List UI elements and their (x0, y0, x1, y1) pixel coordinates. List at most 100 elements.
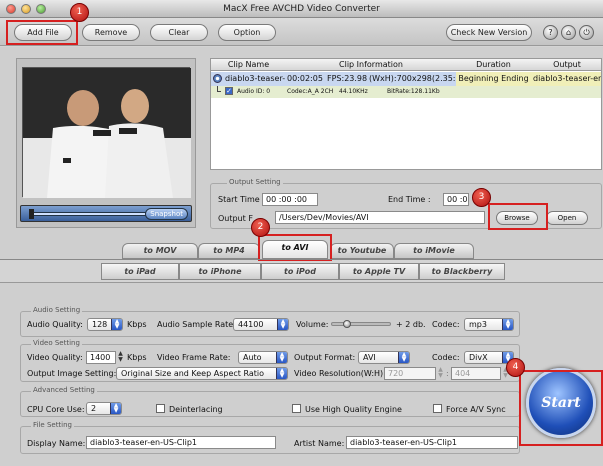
zoom-window-button[interactable] (36, 4, 46, 14)
title-bar: MacX Free AVCHD Video Converter (0, 0, 603, 18)
audio-bitrate-cell: BitRate:128.11Kb (387, 88, 440, 95)
force-av-sync-checkbox[interactable] (433, 404, 442, 413)
force-av-sync-label: Force A/V Sync (446, 405, 506, 414)
output-format-select[interactable]: AVI ▲ ▼ (358, 351, 410, 364)
audio-sample-rate-label: Audio Sample Rate: (157, 320, 236, 329)
option-button[interactable]: Option (218, 24, 276, 41)
help-icon[interactable]: ? (543, 25, 558, 40)
tab-to-ipad[interactable]: to iPad (101, 263, 179, 280)
audio-setting-legend: Audio Setting (31, 306, 83, 314)
video-frame-rate-select[interactable]: Auto ▲ ▼ (238, 351, 288, 364)
window-title: MacX Free AVCHD Video Converter (223, 4, 380, 14)
audio-codec-value: mp3 (469, 320, 487, 329)
column-header-clip-information[interactable]: Clip Information (286, 59, 456, 71)
annotation-box-browse (488, 203, 548, 230)
snapshot-button[interactable]: Snapshot (145, 208, 188, 220)
annotation-box-add-file (6, 20, 78, 45)
end-time-input[interactable]: 00 :00 (443, 193, 469, 206)
power-icon[interactable]: ⏻ (579, 25, 594, 40)
resolution-separator: : (446, 369, 449, 378)
tab-to-youtube[interactable]: to Youtube (330, 243, 394, 259)
step-badge-1: 1 (70, 3, 89, 22)
resolution-width-stepper[interactable]: ▲ ▼ (437, 367, 444, 380)
volume-value: + 2 db. (396, 320, 426, 329)
tab-to-iphone[interactable]: to iPhone (179, 263, 261, 280)
table-row[interactable]: diablo3-teaser- 00:02:05 FPS:23.98 (WxH)… (211, 72, 601, 86)
audio-codec-label: Codec: (432, 320, 460, 329)
column-header-clip-name[interactable]: Clip Name (211, 59, 286, 71)
output-folder-input[interactable]: /Users/Dev/Movies/AVI (275, 211, 485, 224)
tab-to-imovie[interactable]: to iMovie (394, 243, 474, 259)
tab-to-apple-tv[interactable]: to Apple TV (339, 263, 419, 280)
check-new-version-button[interactable]: Check New Version (446, 24, 532, 41)
preview-image (23, 68, 191, 198)
select-arrows-icon: ▲ ▼ (502, 319, 513, 330)
display-name-input[interactable]: diablo3-teaser-en-US-Clip1 (86, 436, 276, 449)
high-quality-engine-label: Use High Quality Engine (305, 405, 402, 414)
column-header-duration[interactable]: Duration (456, 59, 531, 71)
audio-sample-rate-select[interactable]: 44100 ▲ ▼ (233, 318, 289, 331)
output-setting-legend: Output Setting (227, 178, 283, 186)
tab-divider (0, 259, 603, 260)
audio-quality-label: Audio Quality: (27, 320, 83, 329)
end-time-label: End Time : (388, 195, 431, 204)
clip-name-cell: diablo3-teaser- (225, 74, 286, 83)
scrubber-handle[interactable] (29, 209, 34, 219)
video-quality-label: Video Quality: (27, 353, 83, 362)
clip-fps-cell: FPS:23.98 (327, 74, 368, 83)
playback-scrubber[interactable]: Snapshot (20, 205, 192, 222)
volume-slider-knob[interactable] (343, 320, 351, 328)
tree-branch-icon (217, 86, 221, 92)
audio-quality-value: 128 (92, 320, 108, 329)
select-arrows-icon: ▲ ▼ (111, 319, 122, 330)
tab-to-blackberry[interactable]: to Blackberry (419, 263, 505, 280)
window-controls (6, 4, 46, 14)
scrubber-track[interactable] (33, 212, 151, 216)
tab-to-ipod[interactable]: to iPod (261, 263, 339, 280)
video-resolution-height-input[interactable]: 404 (451, 367, 501, 380)
output-image-setting-select[interactable]: Original Size and Keep Aspect Ratio ▲ ▼ (116, 367, 288, 380)
audio-track-checkbox[interactable]: ✓ (225, 87, 233, 95)
audio-quality-select[interactable]: 128 ▲ ▼ (87, 318, 123, 331)
video-setting-legend: Video Setting (31, 339, 82, 347)
clip-table: Clip Name Clip Information Duration Outp… (210, 58, 602, 170)
tab-to-mp4[interactable]: to MP4 (198, 243, 260, 259)
video-quality-stepper[interactable]: ▲ ▼ (117, 351, 124, 364)
audio-quality-unit: Kbps (127, 320, 147, 329)
clear-button[interactable]: Clear (150, 24, 208, 41)
video-resolution-label: Video Resolution(W:H): (294, 369, 386, 378)
cpu-core-use-value: 2 (91, 404, 97, 413)
deinterlacing-checkbox[interactable] (156, 404, 165, 413)
video-resolution-width-input[interactable]: 720 (384, 367, 436, 380)
audio-track-row[interactable]: ✓ Audio ID: 0 Codec:A_A 2CH 44.10KHz Bit… (211, 86, 601, 98)
remove-button[interactable]: Remove (82, 24, 140, 41)
minimize-window-button[interactable] (21, 4, 31, 14)
high-quality-engine-checkbox[interactable] (292, 404, 301, 413)
select-arrows-icon: ▲ ▼ (398, 352, 409, 363)
open-button[interactable]: Open (546, 211, 588, 225)
video-frame-rate-value: Auto (243, 353, 262, 362)
start-time-input[interactable]: 00 :00 :00 (262, 193, 318, 206)
step-badge-4: 4 (506, 358, 525, 377)
home-icon[interactable]: ⌂ (561, 25, 576, 40)
audio-codec-select[interactable]: mp3 ▲ ▼ (464, 318, 514, 331)
tab-to-mov[interactable]: to MOV (122, 243, 198, 259)
select-arrows-icon: ▲ ▼ (110, 403, 121, 414)
close-window-button[interactable] (6, 4, 16, 14)
clip-dimensions-cell: (WxH):700x298(2.35:1) (369, 74, 464, 83)
artist-name-input[interactable]: diablo3-teaser-en-US-Clip1 (346, 436, 518, 449)
volume-slider[interactable] (331, 320, 391, 328)
deinterlacing-label: Deinterlacing (169, 405, 223, 414)
annotation-box-avi-tab (258, 234, 332, 261)
cpu-core-use-select[interactable]: 2 ▲ ▼ (86, 402, 122, 415)
clip-select-radio[interactable] (213, 74, 222, 83)
step-badge-2: 2 (251, 218, 270, 237)
clip-duration-cell: Beginning Ending (456, 72, 531, 86)
advanced-setting-legend: Advanced Setting (31, 386, 97, 394)
video-quality-input[interactable]: 1400 (86, 351, 116, 364)
output-image-setting-label: Output Image Setting: (27, 369, 117, 378)
column-header-output[interactable]: Output (531, 59, 601, 71)
select-arrows-icon: ▲ ▼ (277, 319, 288, 330)
output-format-label: Output Format: (294, 353, 356, 362)
output-format-value: AVI (363, 353, 376, 362)
